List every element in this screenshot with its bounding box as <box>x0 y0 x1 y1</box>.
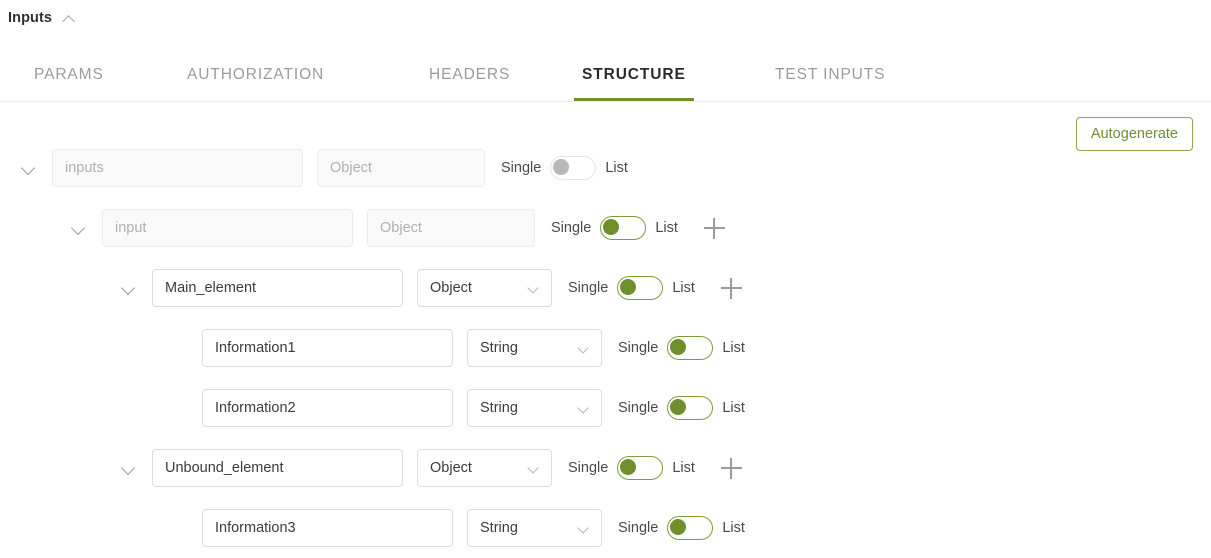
element-type-value: Object <box>380 220 422 236</box>
chevron-down-icon <box>579 404 589 414</box>
tab-params[interactable]: PARAMS <box>34 58 104 101</box>
element-name-input[interactable] <box>202 329 453 367</box>
list-label: List <box>672 280 695 296</box>
tab-bar: PARAMS AUTHORIZATION HEADERS STRUCTURE TEST … <box>0 58 1211 102</box>
element-type-select[interactable]: String <box>467 389 602 427</box>
tab-test-inputs[interactable]: TEST INPUTS <box>775 58 885 101</box>
element-type-select[interactable]: String <box>467 509 602 547</box>
list-label: List <box>722 400 745 416</box>
single-label: Single <box>568 460 609 476</box>
list-label: List <box>722 340 745 356</box>
tab-authorization[interactable]: AUTHORIZATION <box>187 58 324 101</box>
cardinality-control: Single List <box>618 336 745 360</box>
tab-structure[interactable]: STRUCTURE <box>574 58 694 101</box>
single-list-toggle[interactable] <box>667 336 714 360</box>
toggle-knob <box>670 519 687 535</box>
structure-row-content: Object Single List <box>66 206 726 250</box>
add-child-plus-icon[interactable] <box>703 217 726 239</box>
add-child-plus-icon[interactable] <box>720 277 743 299</box>
structure-row-content: String Single List <box>166 386 745 430</box>
element-type-select[interactable]: Object <box>417 449 552 487</box>
single-list-toggle[interactable] <box>617 276 664 300</box>
structure-row-content: String Single List <box>166 506 745 550</box>
chevron-down-icon <box>579 344 589 354</box>
toggle-knob <box>620 459 637 475</box>
single-label: Single <box>551 220 592 236</box>
list-label: List <box>605 160 628 176</box>
chevron-down-icon[interactable] <box>66 215 92 241</box>
chevron-down-icon[interactable] <box>16 155 42 181</box>
element-type-value: String <box>480 340 518 356</box>
element-type-select: Object <box>367 209 535 247</box>
element-name-input[interactable] <box>202 509 453 547</box>
add-child-plus-icon[interactable] <box>720 457 743 479</box>
single-list-toggle[interactable] <box>600 216 647 240</box>
element-type-select[interactable]: String <box>467 329 602 367</box>
chevron-down-icon[interactable] <box>116 455 142 481</box>
structure-row: Object Single List <box>0 198 1211 258</box>
single-label: Single <box>618 340 659 356</box>
element-type-value: String <box>480 520 518 536</box>
single-list-toggle <box>550 156 597 180</box>
element-type-select[interactable]: Object <box>417 269 552 307</box>
element-name-input[interactable] <box>152 449 403 487</box>
tab-headers[interactable]: HEADERS <box>429 58 510 101</box>
structure-row-content: Object Single List <box>116 266 743 310</box>
list-label: List <box>722 520 745 536</box>
single-label: Single <box>501 160 542 176</box>
element-type-value: Object <box>430 280 472 296</box>
cardinality-control: Single List <box>568 456 695 480</box>
cardinality-control: Single List <box>551 216 678 240</box>
structure-row: String Single List <box>0 498 1211 558</box>
chevron-up-icon[interactable] <box>62 14 77 23</box>
structure-row: Object Single List <box>0 138 1211 198</box>
chevron-down-icon <box>529 464 539 474</box>
element-name-input[interactable] <box>102 209 353 247</box>
element-name-input[interactable] <box>152 269 403 307</box>
single-label: Single <box>568 280 609 296</box>
structure-row-content: Object Single List <box>116 446 743 490</box>
page-title: Inputs <box>8 10 53 26</box>
structure-row: String Single List <box>0 318 1211 378</box>
cardinality-control: Single List <box>618 396 745 420</box>
chevron-down-icon[interactable] <box>116 275 142 301</box>
structure-row: Object Single List <box>0 258 1211 318</box>
toggle-knob <box>670 339 687 355</box>
cardinality-control: Single List <box>618 516 745 540</box>
element-type-select: Object <box>317 149 485 187</box>
single-list-toggle[interactable] <box>667 396 714 420</box>
single-list-toggle[interactable] <box>617 456 664 480</box>
structure-row-content: String Single List <box>166 326 745 370</box>
structure-rows: Object Single List Object Single List Object Si… <box>0 138 1211 558</box>
list-label: List <box>655 220 678 236</box>
element-type-value: Object <box>330 160 372 176</box>
toggle-knob <box>553 159 570 175</box>
toggle-knob <box>670 399 687 415</box>
structure-row: String Single List <box>0 378 1211 438</box>
element-type-value: String <box>480 400 518 416</box>
list-label: List <box>672 460 695 476</box>
toggle-knob <box>620 279 637 295</box>
single-list-toggle[interactable] <box>667 516 714 540</box>
toggle-knob <box>603 219 620 235</box>
structure-row: Object Single List <box>0 438 1211 498</box>
structure-row-content: Object Single List <box>16 146 628 190</box>
element-type-value: Object <box>430 460 472 476</box>
element-name-input[interactable] <box>202 389 453 427</box>
single-label: Single <box>618 400 659 416</box>
single-label: Single <box>618 520 659 536</box>
element-name-input[interactable] <box>52 149 303 187</box>
chevron-down-icon <box>579 524 589 534</box>
chevron-down-icon <box>529 284 539 294</box>
cardinality-control: Single List <box>501 156 628 180</box>
inputs-section-header[interactable]: Inputs <box>8 8 77 28</box>
cardinality-control: Single List <box>568 276 695 300</box>
